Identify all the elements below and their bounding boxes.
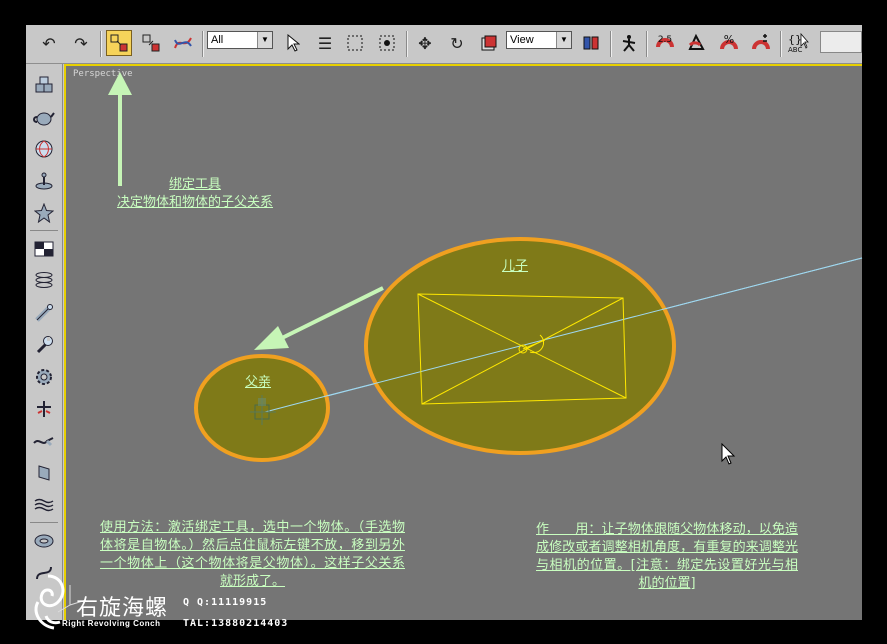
logo-chinese-name: 右旋海螺	[76, 596, 169, 621]
tool-title: 绑定工具	[168, 177, 221, 192]
child-label: 儿子	[501, 259, 528, 274]
mouse-cursor-icon	[721, 443, 736, 465]
usage-instructions: 使用方法：激活绑定工具，选中一个物体。（手选物体将是自物体。）然后点住鼠标左键不…	[100, 520, 405, 589]
contact-tel: TAL:13880214403	[183, 618, 289, 629]
effect-description: 作 用：让子物体跟随父物体移动，以免造成修改或者调整相机角度，有重复的来调整光与…	[536, 522, 798, 591]
parent-label: 父亲	[244, 375, 271, 390]
arrow-to-parent	[254, 286, 384, 350]
contact-qq: Q Q:11119915	[183, 597, 268, 608]
logo-english-name: Right Revolving Conch	[62, 619, 161, 628]
arrow-to-tool	[108, 72, 132, 186]
tool-description: 决定物体和物体的子父关系	[116, 195, 273, 210]
